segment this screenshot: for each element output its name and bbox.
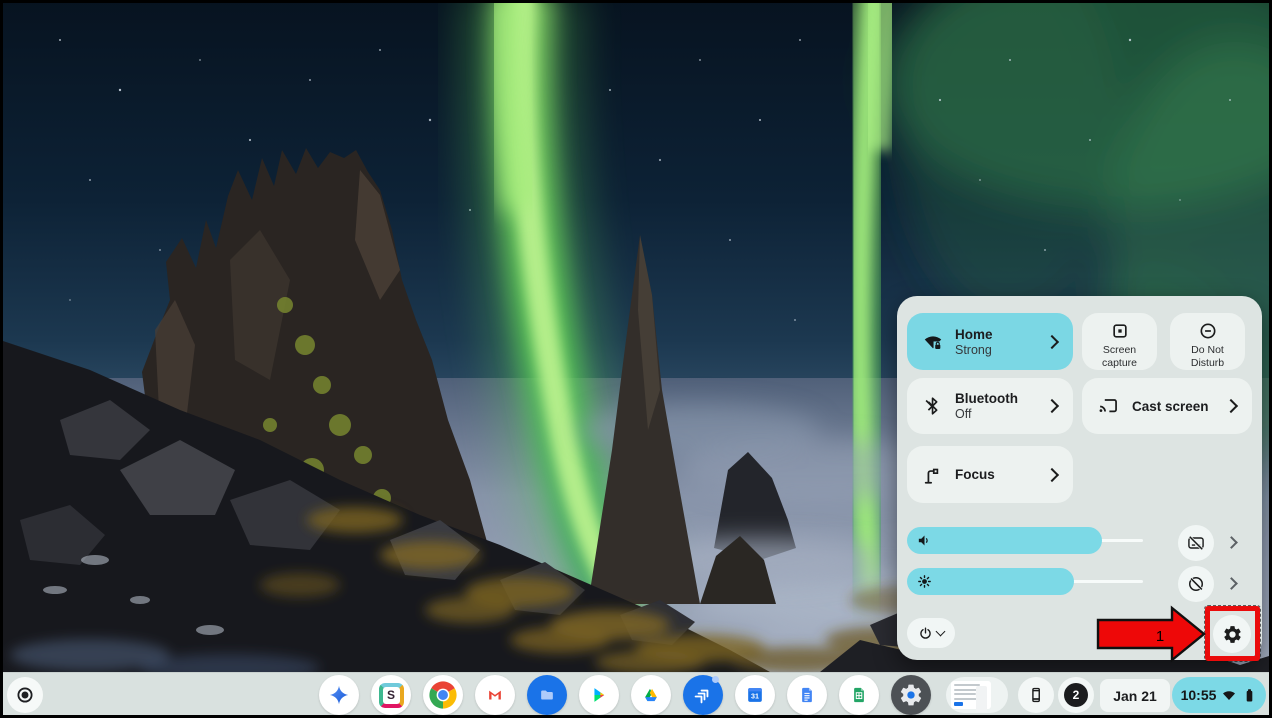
- volume-slider-fill: [907, 527, 1102, 554]
- app-docs[interactable]: [787, 675, 827, 715]
- status-tray[interactable]: 10:55: [1172, 677, 1266, 713]
- phone-hub-button[interactable]: [1018, 677, 1054, 713]
- screencast-notification-dot: [712, 676, 719, 683]
- brightness-slider[interactable]: [907, 568, 1145, 595]
- screen-capture-tile[interactable]: Screen capture: [1082, 313, 1157, 370]
- files-running-indicator: [543, 715, 552, 718]
- app-calendar[interactable]: 31: [735, 675, 775, 715]
- slack-letter: S: [387, 688, 395, 702]
- do-not-disturb-label: Do Not Disturb: [1183, 344, 1233, 370]
- cast-title: Cast screen: [1132, 399, 1209, 414]
- focus-title: Focus: [955, 467, 995, 482]
- do-not-disturb-tile[interactable]: Do Not Disturb: [1170, 313, 1245, 370]
- app-gemini[interactable]: [319, 675, 359, 715]
- app-chrome[interactable]: [423, 675, 463, 715]
- screen-capture-label: Screen capture: [1094, 344, 1146, 370]
- focus-tile[interactable]: Focus: [907, 446, 1073, 503]
- network-name: Home: [955, 327, 993, 342]
- privacy-toggle-button[interactable]: [1178, 566, 1214, 602]
- calendar-day: 31: [751, 693, 759, 701]
- display-settings-chevron-icon[interactable]: [1225, 577, 1238, 590]
- bluetooth-title: Bluetooth: [955, 391, 1018, 406]
- step-number: 1: [1156, 628, 1164, 645]
- window-preview[interactable]: [946, 677, 1008, 713]
- chevron-right-icon: [1045, 399, 1059, 413]
- screencast-icon: [689, 681, 717, 709]
- network-tile[interactable]: Home Strong: [907, 313, 1073, 370]
- volume-icon: [916, 532, 933, 549]
- launcher-icon: [14, 684, 36, 706]
- chevron-right-icon: [1045, 467, 1059, 481]
- power-icon: [918, 626, 933, 641]
- brightness-icon: [916, 573, 933, 590]
- screen-capture-icon: [1110, 321, 1130, 341]
- wifi-icon: [1221, 687, 1237, 703]
- brightness-slider-fill: [907, 568, 1074, 595]
- slack-icon: S: [379, 683, 404, 708]
- battery-icon: [1242, 687, 1257, 704]
- files-icon: [534, 682, 560, 708]
- app-settings[interactable]: [891, 675, 931, 715]
- chrome-icon: [427, 679, 459, 711]
- wifi-secured-icon: [922, 331, 944, 353]
- docs-icon: [794, 682, 820, 708]
- step-arrow: 1: [1092, 602, 1210, 666]
- clock: 10:55: [1181, 687, 1217, 703]
- chevron-right-icon: [1045, 334, 1059, 348]
- network-strength: Strong: [955, 343, 993, 357]
- live-caption-button[interactable]: [1178, 525, 1214, 561]
- date-button[interactable]: Jan 21: [1100, 679, 1170, 712]
- app-drive[interactable]: [631, 675, 671, 715]
- do-not-disturb-icon: [1198, 321, 1218, 341]
- chromeos-desktop: Home Strong Screen capture Do Not Distur…: [0, 0, 1272, 718]
- bluetooth-state: Off: [955, 407, 1018, 421]
- app-play-store[interactable]: [579, 675, 619, 715]
- app-sheets[interactable]: [839, 675, 879, 715]
- step-highlight-box: [1205, 606, 1260, 661]
- live-caption-off-icon: [1186, 533, 1206, 553]
- shelf: S: [0, 672, 1272, 718]
- drive-icon: [638, 682, 664, 708]
- bluetooth-off-icon: [922, 395, 944, 417]
- chevron-down-icon: [936, 627, 946, 637]
- power-button[interactable]: [907, 618, 955, 648]
- audio-settings-chevron-icon[interactable]: [1225, 536, 1238, 549]
- app-gmail[interactable]: [475, 675, 515, 715]
- date-label: Jan 21: [1113, 688, 1157, 704]
- app-files[interactable]: [527, 675, 567, 715]
- calendar-icon: 31: [742, 682, 768, 708]
- chevron-right-icon: [1224, 399, 1238, 413]
- bluetooth-tile[interactable]: Bluetooth Off: [907, 378, 1073, 434]
- app-slack[interactable]: S: [371, 675, 411, 715]
- settings-gear-icon: [898, 682, 924, 708]
- notification-count: 2: [1064, 683, 1088, 707]
- visibility-off-icon: [1186, 574, 1206, 594]
- gemini-icon: [326, 682, 352, 708]
- focus-lamp-icon: [922, 464, 944, 486]
- cast-icon: [1097, 395, 1119, 417]
- sheets-icon: [846, 682, 872, 708]
- phone-icon: [1026, 685, 1046, 705]
- play-store-icon: [586, 682, 612, 708]
- launcher-button[interactable]: [7, 677, 43, 713]
- volume-slider[interactable]: [907, 527, 1145, 554]
- cast-screen-tile[interactable]: Cast screen: [1082, 378, 1252, 434]
- window-thumbnail: [951, 681, 991, 709]
- notification-counter[interactable]: 2: [1058, 677, 1094, 713]
- gmail-icon: [482, 682, 508, 708]
